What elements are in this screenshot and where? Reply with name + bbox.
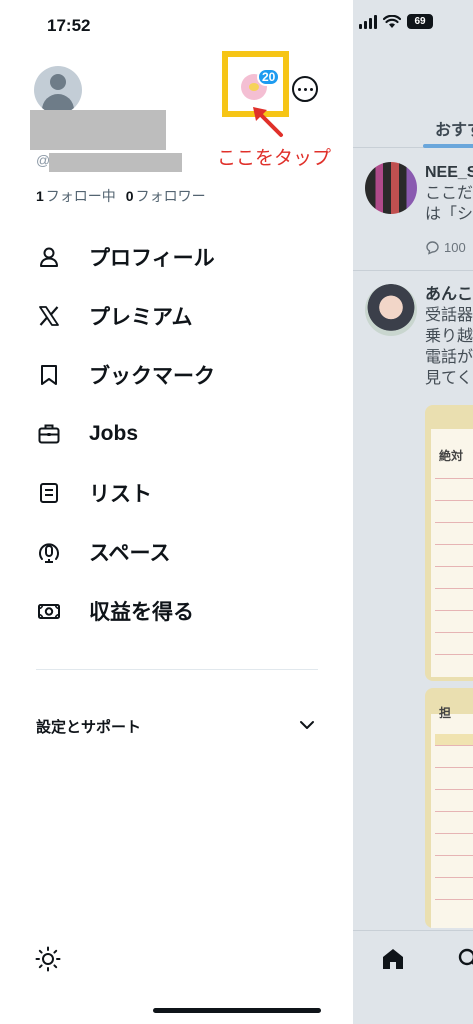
post-divider — [353, 270, 473, 271]
image-caption: 絶対 — [439, 449, 464, 463]
post-image[interactable]: 絶対 — [425, 405, 473, 681]
post-avatar[interactable] — [365, 162, 417, 214]
redacted-handle — [49, 153, 182, 172]
reply-count: 100 — [444, 240, 466, 255]
wifi-icon — [383, 14, 401, 28]
post-avatar[interactable] — [365, 284, 417, 336]
status-time: 17:52 — [47, 16, 91, 35]
post-author: NEE_S — [425, 164, 473, 181]
post-text-line: 見てく — [425, 370, 473, 387]
post-text-line: 受話器 — [425, 307, 473, 324]
followers-count: 0 — [125, 188, 134, 204]
briefcase-icon — [36, 421, 62, 447]
tab-recommended[interactable]: おすす — [435, 116, 473, 140]
post-text-line: ここだ — [425, 185, 473, 202]
menu-item-bookmarks[interactable]: ブックマーク — [0, 350, 353, 400]
profile-avatar[interactable] — [34, 66, 82, 114]
menu-item-monetization[interactable]: 収益を得る — [0, 586, 353, 636]
menu-item-profile[interactable]: プロフィール — [0, 232, 353, 282]
menu-item-lists[interactable]: リスト — [0, 468, 353, 518]
following-link[interactable]: 1 フォロー中 — [36, 186, 116, 206]
chevron-down-icon — [300, 721, 314, 729]
menu-divider — [36, 669, 318, 670]
post-image[interactable]: 担 — [425, 688, 473, 928]
menu-item-label: プレミアム — [89, 306, 193, 329]
person-icon — [36, 244, 62, 270]
followers-link[interactable]: 0 フォロワー — [126, 186, 206, 206]
post-author: あんこ — [425, 286, 473, 303]
spaces-icon — [36, 539, 62, 565]
home-indicator[interactable] — [153, 1008, 321, 1013]
background-feed: 69 おすす NEE_S ここだ は「シ 100 あんこ 受話器 乗り越 電話が… — [353, 0, 473, 1024]
post-text-line: は「シ — [425, 206, 473, 223]
more-accounts-button[interactable] — [292, 76, 318, 102]
menu-item-spaces[interactable]: スペース — [0, 527, 353, 577]
menu-item-label: リスト — [89, 483, 152, 506]
search-icon[interactable] — [457, 947, 473, 971]
menu-item-label: 収益を得る — [89, 601, 194, 624]
menu-item-label: スペース — [89, 542, 171, 565]
reply-icon — [426, 241, 439, 255]
menu-item-jobs[interactable]: Jobs — [0, 409, 353, 459]
menu-item-label: Jobs — [89, 422, 139, 445]
list-icon — [36, 480, 62, 506]
x-logo-icon — [36, 303, 62, 329]
redacted-display-name — [30, 110, 166, 150]
settings-support-toggle[interactable]: 設定とサポート — [0, 704, 353, 746]
followers-label: フォロワー — [135, 188, 206, 204]
menu-item-label: プロフィール — [89, 247, 215, 270]
annotation-text: ここをタップ — [217, 148, 332, 169]
display-mode-icon[interactable] — [34, 945, 62, 973]
status-icons: 69 — [359, 14, 433, 29]
notification-badge: 20 — [257, 68, 281, 86]
menu-item-premium[interactable]: プレミアム — [0, 291, 353, 341]
bottom-tab-bar — [353, 930, 473, 1024]
money-icon — [36, 598, 62, 624]
cellular-signal-icon — [359, 14, 377, 29]
reply-button[interactable]: 100 — [425, 240, 466, 255]
post-text-line: 乗り越 — [425, 328, 473, 345]
annotation-arrow-icon — [253, 107, 283, 137]
side-drawer: 17:52 @ 1 フォロー中 0 フォロワー 20 ここをタップ プロフィール プ… — [0, 0, 353, 1024]
bookmark-icon — [36, 362, 62, 388]
tab-underline — [423, 144, 473, 148]
image-caption: 担 — [439, 706, 452, 720]
battery-indicator: 69 — [407, 14, 433, 29]
follow-stats: 1 フォロー中 0 フォロワー — [36, 186, 206, 206]
post-text-line: 電話が — [425, 349, 473, 366]
following-count: 1 — [36, 188, 44, 204]
settings-support-label: 設定とサポート — [36, 719, 142, 736]
feed-tab-bar[interactable]: おすす — [353, 112, 473, 148]
home-icon[interactable] — [381, 947, 405, 971]
menu-item-label: ブックマーク — [89, 365, 215, 388]
following-label: フォロー中 — [45, 188, 116, 204]
